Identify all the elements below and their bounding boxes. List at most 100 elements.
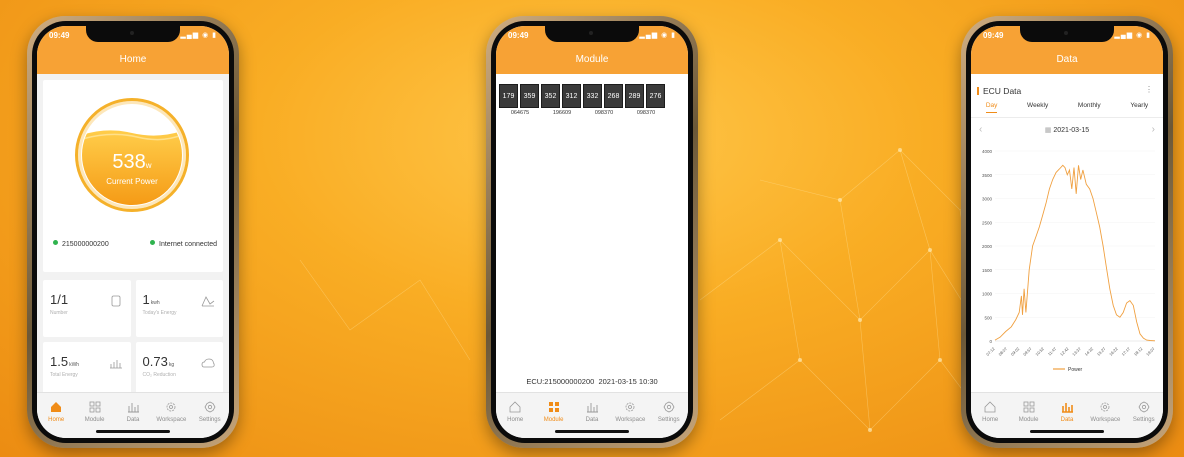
ecu-id-status: 215000000200	[53, 240, 109, 248]
phone-home: 09:49 ▂▄▆ ◉ ▮ Home 538w Current Power 21…	[27, 16, 239, 448]
tab-label: Home	[48, 417, 65, 423]
tab-label: Module	[543, 417, 564, 423]
x-tick-label: 13:37	[1071, 346, 1082, 357]
status-time: 09:49	[49, 31, 70, 40]
data-chart-icon	[584, 399, 600, 415]
legend-label: Power	[1068, 367, 1083, 373]
x-tick-label: 10:52	[1034, 346, 1045, 357]
module-grid-icon	[1021, 399, 1037, 415]
ecu-data-title-text: ECU Data	[983, 86, 1022, 96]
data-chart-icon	[1059, 399, 1075, 415]
bar-chart-icon	[109, 360, 122, 369]
microinverter-icon	[111, 295, 120, 307]
notch	[1020, 26, 1114, 42]
online-dot-icon	[150, 240, 155, 245]
data-screen: 09:49 ▂▄▆ ◉ ▮ Data ECU Data ⋮ Day Weekly…	[971, 26, 1163, 438]
selected-date: 2021-03-15	[1053, 126, 1090, 134]
current-power-value: 538w	[112, 151, 152, 173]
stat-number[interactable]: 1/1 Number	[43, 280, 131, 337]
chevron-right-icon[interactable]: ›	[1152, 124, 1155, 135]
y-tick-label: 4000	[982, 149, 993, 154]
power-gauge-fill: 538w Current Power	[82, 105, 182, 205]
gear-icon	[661, 399, 677, 415]
module-panel[interactable]: 289	[625, 84, 644, 108]
home-icon	[48, 399, 64, 415]
stat-total-energy[interactable]: 1.5kWh Total Energy	[43, 342, 131, 399]
period-tab-weekly[interactable]: Weekly	[1027, 102, 1048, 113]
tab-settings[interactable]: Settings	[192, 399, 228, 438]
x-tick-label: 15:27	[1096, 346, 1107, 357]
home-indicator[interactable]	[96, 430, 170, 433]
y-tick-label: 500	[984, 315, 992, 320]
stat-label: Number	[50, 310, 68, 316]
module-panel[interactable]: 359	[520, 84, 539, 108]
module-panel[interactable]: 352	[541, 84, 560, 108]
stat-unit: kwh	[150, 300, 160, 306]
tab-label: Settings	[657, 417, 680, 423]
home-indicator[interactable]	[1030, 430, 1104, 433]
period-tab-monthly[interactable]: Monthly	[1078, 102, 1101, 113]
home-indicator[interactable]	[555, 430, 629, 433]
tab-settings[interactable]: Settings	[651, 399, 687, 438]
workspace-icon	[622, 399, 638, 415]
current-power-card: 538w Current Power 215000000200 Internet…	[43, 80, 223, 272]
period-tab-yearly[interactable]: Yearly	[1130, 102, 1148, 113]
stat-label: Total Energy	[50, 372, 78, 378]
module-panel-grid: 179 359 352 312 332 268 289 276	[499, 84, 688, 108]
module-id-row: 064675 196609 098370 098370	[499, 110, 688, 116]
module-screen: 09:49 ▂▄▆ ◉ ▮ Module 179 359 352 312 332…	[496, 26, 688, 438]
module-panel[interactable]: 332	[583, 84, 602, 108]
stat-label: Today's Energy	[142, 310, 177, 316]
module-id: 098370	[594, 110, 614, 116]
signal-battery-icon: ▂▄▆ ◉ ▮	[1114, 32, 1151, 39]
x-tick-label: 07:12	[985, 346, 996, 357]
module-id: 196609	[552, 110, 572, 116]
tab-label: Data	[585, 417, 599, 423]
period-tab-day[interactable]: Day	[985, 102, 998, 113]
data-chart-icon	[125, 399, 141, 415]
module-panel[interactable]: 268	[604, 84, 623, 108]
date-selector: ‹ ▦ 2021-03-15 ›	[971, 118, 1163, 141]
module-panel[interactable]: 179	[499, 84, 518, 108]
y-tick-label: 1000	[982, 292, 993, 297]
tab-home[interactable]: Home	[497, 399, 533, 438]
x-tick-label: 19:07	[1145, 346, 1156, 357]
tab-label: Home	[982, 417, 999, 423]
y-tick-label: 1500	[982, 268, 993, 273]
home-icon	[982, 399, 998, 415]
x-tick-label: 09:02	[1010, 346, 1021, 357]
y-tick-label: 3000	[982, 197, 993, 202]
phone-module: 09:49 ▂▄▆ ◉ ▮ Module 179 359 352 312 332…	[486, 16, 698, 448]
power-chart-svg: 0 500 1000 1500 2000 2500 3000 3500 4000 07:12 08:…	[982, 149, 1156, 373]
stats-grid: 1/1 Number 1kwh Today's Energy 1.5kWh To…	[43, 280, 223, 399]
gear-icon	[202, 399, 218, 415]
x-tick-label: 18:12	[1133, 346, 1144, 357]
stat-todays-energy[interactable]: 1kwh Today's Energy	[135, 280, 223, 337]
power-series-line	[994, 164, 1156, 342]
module-panel[interactable]: 276	[646, 84, 665, 108]
status-time: 09:49	[508, 31, 529, 40]
energy-chart-icon	[201, 296, 215, 307]
home-screen: 09:49 ▂▄▆ ◉ ▮ Home 538w Current Power 21…	[37, 26, 229, 438]
stat-unit: kg	[168, 362, 175, 368]
tab-label: Home	[507, 417, 524, 423]
chevron-left-icon[interactable]: ‹	[979, 124, 982, 135]
x-tick-label: 08:07	[997, 346, 1008, 357]
status-time: 09:49	[983, 31, 1004, 40]
workspace-icon	[163, 399, 179, 415]
date-picker[interactable]: ▦ 2021-03-15	[1045, 126, 1089, 134]
stat-co2-reduction[interactable]: 0.73kg CO₂ Reduction	[135, 342, 223, 399]
home-icon	[507, 399, 523, 415]
x-tick-label: 14:32	[1084, 346, 1095, 357]
tab-home[interactable]: Home	[972, 399, 1008, 438]
tab-home[interactable]: Home	[38, 399, 74, 438]
x-tick-label: 12:42	[1059, 346, 1070, 357]
ecu-footer-id: ECU:215000000200	[526, 377, 595, 386]
tab-label: Module	[84, 417, 105, 423]
module-panel[interactable]: 312	[562, 84, 581, 108]
tab-settings[interactable]: Settings	[1126, 399, 1162, 438]
ecu-footer: ECU:215000000200 2021-03-15 10:30	[496, 377, 688, 386]
ecu-footer-datetime: 2021-03-15 10:30	[598, 377, 658, 386]
more-options-icon[interactable]: ⋮	[1145, 85, 1153, 94]
stat-value: 1/1	[50, 292, 69, 307]
